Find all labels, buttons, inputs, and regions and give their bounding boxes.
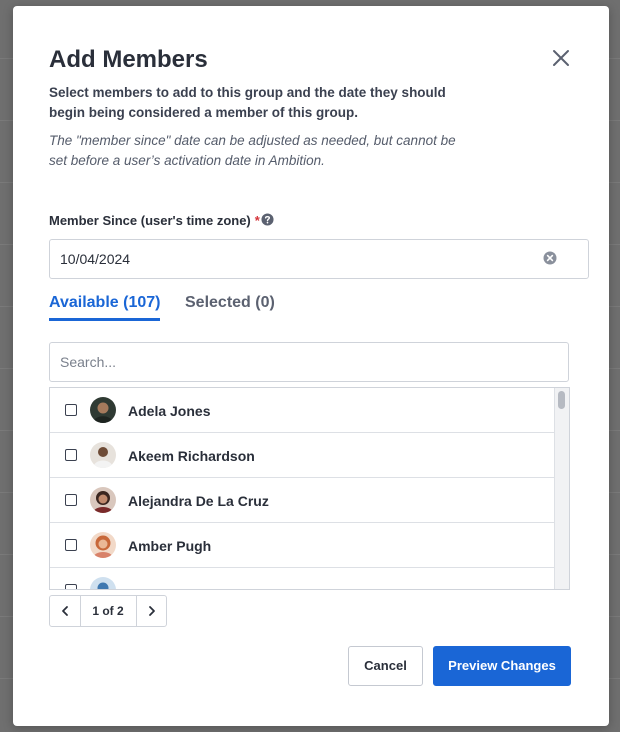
preview-changes-button[interactable]: Preview Changes [433, 646, 571, 686]
next-page-button[interactable] [136, 596, 167, 626]
clear-icon[interactable] [543, 251, 557, 265]
page-indicator: 1 of 2 [92, 604, 124, 618]
member-since-date-input[interactable]: 10/04/2024 [49, 239, 589, 279]
avatar-image [90, 487, 116, 513]
list-item[interactable]: Adela Jones [50, 388, 554, 433]
member-list: Adela Jones Akeem Richardson Alejandra D… [49, 387, 570, 590]
member-checkbox[interactable] [65, 539, 77, 551]
avatar-image [90, 397, 116, 423]
member-name: Adela Jones [128, 403, 211, 419]
member-since-label-text: Member Since (user's time zone) [49, 213, 251, 228]
list-scrollbar[interactable] [554, 388, 569, 589]
close-icon [553, 50, 569, 66]
list-item[interactable]: Amber Pugh [50, 523, 554, 568]
required-marker: * [254, 213, 260, 228]
cancel-button[interactable]: Cancel [348, 646, 423, 686]
list-item[interactable]: Alejandra De La Cruz [50, 478, 554, 523]
list-scrollbar-thumb[interactable] [558, 391, 565, 409]
member-name: Amber Pugh [128, 538, 212, 554]
avatar-image [90, 442, 116, 468]
member-name: Alejandra De La Cruz [128, 493, 269, 509]
list-item[interactable]: Akeem Richardson [50, 433, 554, 478]
avatar-image [90, 577, 116, 589]
list-item[interactable] [50, 568, 554, 589]
chevron-right-icon [149, 606, 155, 616]
avatar [90, 442, 116, 468]
avatar [90, 487, 116, 513]
close-button[interactable] [549, 46, 573, 70]
avatar-image [90, 532, 116, 558]
tab-selected[interactable]: Selected (0) [185, 294, 275, 312]
search-input[interactable] [49, 342, 569, 382]
previous-page-button[interactable] [50, 596, 81, 626]
member-since-label: Member Since (user's time zone) * [49, 213, 260, 228]
dialog-description: Select members to add to this group and … [49, 85, 446, 120]
dialog-note: The "member since" date can be adjusted … [49, 133, 456, 168]
member-checkbox[interactable] [65, 404, 77, 416]
tab-available[interactable]: Available (107) [49, 294, 161, 321]
dialog-title: Add Members [49, 46, 208, 73]
pagination: 1 of 2 [49, 595, 167, 627]
member-checkbox[interactable] [65, 449, 77, 461]
avatar [90, 397, 116, 423]
avatar [90, 532, 116, 558]
member-checkbox[interactable] [65, 494, 77, 506]
add-members-dialog: Add Members Select members to add to thi… [13, 6, 609, 726]
chevron-left-icon [62, 606, 68, 616]
help-icon[interactable] [261, 213, 274, 226]
avatar [90, 577, 116, 589]
member-checkbox[interactable] [65, 584, 77, 589]
member-name: Akeem Richardson [128, 448, 255, 464]
